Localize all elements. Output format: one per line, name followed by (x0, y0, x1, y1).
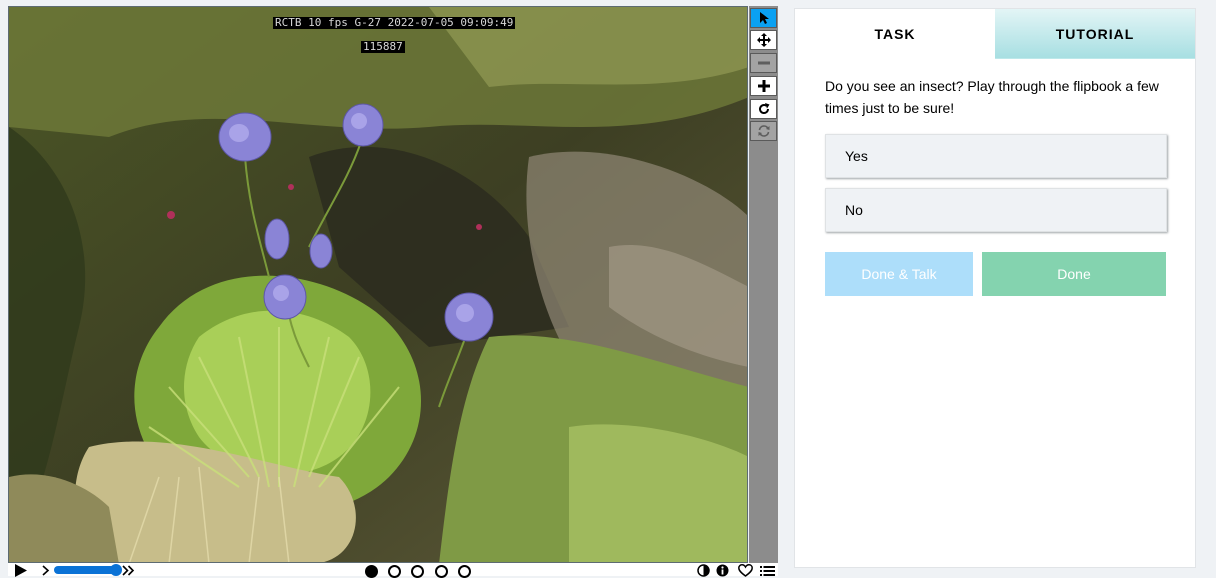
task-question: Do you see an insect? Play through the f… (825, 78, 1159, 116)
move-icon (756, 33, 771, 47)
frame-dot-3[interactable] (411, 565, 424, 578)
tab-task[interactable]: TASK (795, 9, 995, 59)
image-toolbar (749, 6, 778, 563)
done-button[interactable]: Done (982, 252, 1166, 296)
move-tool-button[interactable] (750, 30, 777, 50)
frame-dot-2[interactable] (388, 565, 401, 578)
zoom-in-button[interactable] (750, 76, 777, 96)
play-button[interactable] (12, 564, 28, 577)
zoom-out-button[interactable] (750, 53, 777, 73)
faster-button[interactable] (121, 565, 135, 576)
done-and-talk-button[interactable]: Done & Talk (825, 252, 973, 296)
list-icon (759, 565, 775, 576)
pointer-icon (759, 12, 769, 24)
task-tabs: TASK TUTORIAL (795, 9, 1195, 59)
reset-view-button[interactable] (750, 121, 777, 141)
rotate-icon (758, 103, 769, 115)
frame-number-overlay: 115887 (361, 40, 405, 53)
answer-yes-button[interactable]: Yes (825, 134, 1167, 178)
collect-button[interactable] (759, 564, 775, 577)
reset-icon (758, 125, 769, 137)
slower-button[interactable] (40, 565, 52, 576)
chevron-right-icon (42, 565, 50, 576)
favorite-button[interactable] (737, 564, 753, 577)
invert-colors-button[interactable] (696, 564, 710, 577)
answer-no-button[interactable]: No (825, 188, 1167, 232)
heart-icon (737, 564, 753, 577)
metadata-button[interactable] (715, 564, 729, 577)
zoom-in-icon (757, 80, 770, 92)
camera-info-overlay: RCTB 10 fps G-27 2022-07-05 09:09:49 (273, 16, 516, 29)
double-chevron-right-icon (121, 565, 134, 576)
frame-dot-5[interactable] (458, 565, 471, 578)
play-icon (15, 564, 27, 577)
subject-viewer[interactable]: RCTB 10 fps G-27 2022-07-05 09:09:49 115… (8, 6, 748, 563)
frame-dot-1[interactable] (365, 565, 378, 578)
pointer-tool-button[interactable] (750, 8, 777, 28)
tab-tutorial[interactable]: TUTORIAL (995, 9, 1195, 59)
contrast-icon (696, 564, 710, 577)
rotate-button[interactable] (750, 99, 777, 119)
info-icon (716, 564, 728, 577)
flipbook-controls (8, 563, 778, 578)
frame-dot-4[interactable] (435, 565, 448, 578)
zoom-out-icon (757, 61, 770, 65)
task-panel: TASK TUTORIAL Do you see an insect? Play… (794, 8, 1196, 568)
field-camera-photo (9, 7, 747, 562)
